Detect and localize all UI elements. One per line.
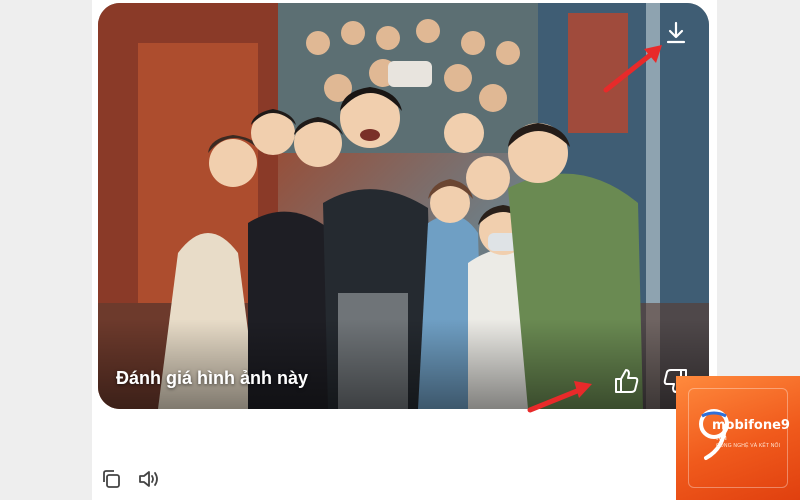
watermark-domain: .vn xyxy=(716,433,727,442)
mobifone9-watermark: mobifone9 .vn CÔNG NGHỆ VÀ KẾT NỐI xyxy=(676,376,800,500)
read-aloud-button[interactable] xyxy=(136,466,162,492)
thumbs-up-button[interactable] xyxy=(608,363,644,399)
download-button[interactable] xyxy=(660,17,692,49)
watermark-brand: mobifone9 xyxy=(712,418,790,433)
watermark-tagline: CÔNG NGHỆ VÀ KẾT NỐI xyxy=(716,443,781,449)
mobifone9-logo-icon xyxy=(699,409,729,460)
speaker-icon xyxy=(139,471,158,487)
thumb-up-icon xyxy=(615,369,639,393)
copy-icon xyxy=(103,470,120,488)
generated-image-card[interactable]: Đánh giá hình ảnh này xyxy=(98,3,709,409)
download-icon xyxy=(666,21,686,44)
copy-button[interactable] xyxy=(98,466,124,492)
rate-image-label: Đánh giá hình ảnh này xyxy=(116,368,309,388)
